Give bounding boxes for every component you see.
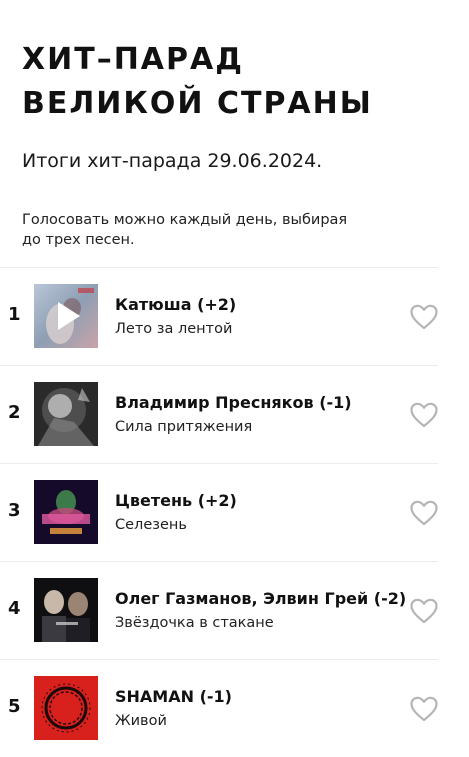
track-row[interactable]: 5 SHAMAN (-1) Живой — [0, 659, 438, 757]
track-subtitle: Сила притяжения — [115, 419, 253, 435]
track-row[interactable]: 3 Цветень (+2) Селезень — [0, 463, 438, 561]
cover-art — [34, 382, 98, 446]
results-date: Итоги хит-парада 29.06.2024. — [22, 150, 323, 172]
play-icon[interactable] — [34, 284, 98, 348]
page-title-line-2: ВЕЛИКОЙ СТРАНЫ — [22, 86, 373, 121]
heart-icon[interactable] — [410, 500, 438, 526]
track-cover[interactable] — [34, 578, 98, 642]
track-rank: 1 — [8, 304, 21, 325]
track-row[interactable]: 2 Владимир Пресняков (-1) Сила притяжени… — [0, 365, 438, 463]
heart-icon[interactable] — [410, 598, 438, 624]
page-header: ХИТ–ПАРАД ВЕЛИКОЙ СТРАНЫ — [22, 38, 452, 126]
heart-icon[interactable] — [410, 304, 438, 330]
track-subtitle: Звёздочка в стакане — [115, 615, 274, 631]
track-subtitle: Живой — [115, 713, 167, 729]
track-title: Катюша (+2) — [115, 295, 237, 314]
track-cover[interactable] — [34, 676, 98, 740]
track-cover[interactable] — [34, 382, 98, 446]
track-row[interactable]: 1 Катюша (+2) Лето за лентой — [0, 267, 438, 365]
track-subtitle: Селезень — [115, 517, 187, 533]
track-rank: 4 — [8, 598, 21, 619]
chart-list: 1 Катюша (+2) Лето за лентой 2 Владимир … — [0, 267, 438, 757]
track-title: SHAMAN (-1) — [115, 687, 232, 706]
heart-icon[interactable] — [410, 402, 438, 428]
track-title: Владимир Пресняков (-1) — [115, 393, 352, 412]
voting-note-line-1: Голосовать можно каждый день, выбирая — [22, 212, 348, 228]
track-row[interactable]: 4 Олег Газманов, Элвин Грей (-2) Звёздоч… — [0, 561, 438, 659]
track-title: Олег Газманов, Элвин Грей (-2) — [115, 589, 407, 608]
cover-art — [34, 578, 98, 642]
voting-note-line-2: до трех песен. — [22, 232, 135, 248]
track-rank: 5 — [8, 696, 21, 717]
track-title: Цветень (+2) — [115, 491, 237, 510]
heart-icon[interactable] — [410, 696, 438, 722]
voting-note: Голосовать можно каждый день, выбирая до… — [22, 210, 402, 250]
cover-art — [34, 480, 98, 544]
track-cover[interactable] — [34, 480, 98, 544]
cover-art — [34, 676, 98, 740]
track-subtitle: Лето за лентой — [115, 321, 233, 337]
track-cover[interactable] — [34, 284, 98, 348]
track-rank: 3 — [8, 500, 21, 521]
page-title-line-1: ХИТ–ПАРАД — [22, 42, 244, 77]
track-rank: 2 — [8, 402, 21, 423]
